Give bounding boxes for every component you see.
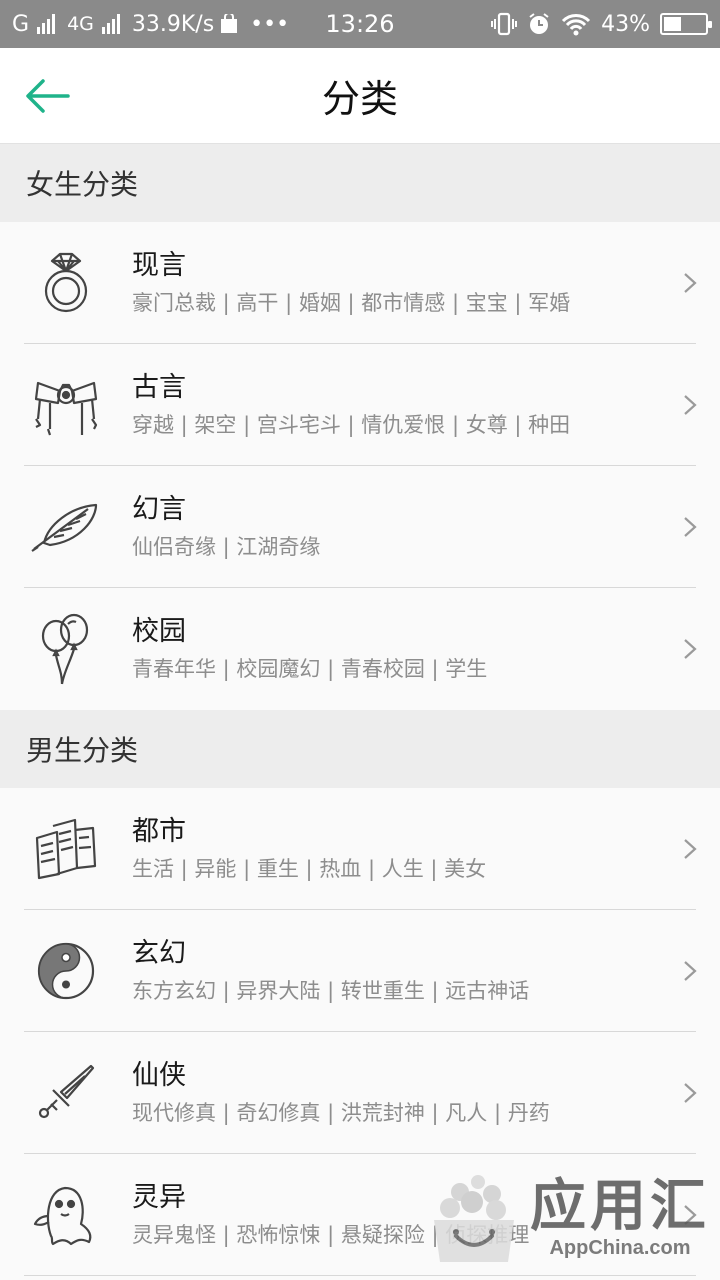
yin-yang-icon: [37, 942, 95, 1000]
category-tags: 现代修真 | 奇幻修真 | 洪荒封神 | 凡人 | 丹药: [132, 1101, 550, 1125]
chevron-right-icon: [684, 273, 697, 293]
chevron-right-icon: [684, 517, 697, 537]
chevron-right-icon: [684, 639, 697, 659]
category-tags: 青春年华 | 校园魔幻 | 青春校园 | 学生: [132, 657, 488, 681]
page-title: 分类: [321, 77, 398, 121]
category-title: 古言: [132, 372, 186, 403]
network-label: 4G: [67, 13, 94, 35]
signal-icon-2: [101, 14, 120, 34]
chevron-right-icon: [684, 961, 697, 981]
vibrate-icon: [491, 12, 518, 36]
category-item-xuanhuan[interactable]: 玄幻 东方玄幻 | 异界大陆 | 转世重生 | 远古神话: [0, 910, 720, 1032]
female-category-list: 现言 豪门总裁 | 高干 | 婚姻 | 都市情感 | 宝宝 | 军婚 古言 穿越…: [0, 222, 720, 710]
section-header-female: 女生分类: [0, 144, 720, 222]
category-title: 现言: [132, 250, 186, 281]
carrier-label: G: [12, 11, 30, 37]
category-tags: 穿越 | 架空 | 宫斗宅斗 | 情仇爱恨 | 女尊 | 种田: [132, 413, 571, 437]
category-item-lingyi[interactable]: 灵异 灵异鬼怪 | 恐怖惊悚 | 悬疑探险 | 侦探推理: [0, 1154, 720, 1276]
feather-icon: [31, 503, 98, 552]
category-title: 幻言: [132, 494, 186, 525]
more-notifications: •••: [250, 11, 290, 37]
back-arrow-icon: [26, 78, 70, 113]
chevron-right-icon: [684, 839, 697, 859]
category-title: 仙侠: [132, 1060, 186, 1091]
alarm-icon: [529, 13, 549, 34]
battery-level: [664, 17, 682, 31]
balloons-icon: [41, 613, 89, 685]
category-item-xianyan[interactable]: 现言 豪门总裁 | 高干 | 婚姻 | 都市情感 | 宝宝 | 军婚: [0, 222, 720, 344]
buildings-icon: [35, 818, 97, 880]
category-title: 校园: [132, 616, 186, 647]
ghost-icon: [33, 1186, 92, 1246]
app-bar: 分类: [0, 48, 720, 144]
bow-icon: [34, 381, 98, 436]
back-button[interactable]: [0, 48, 96, 144]
category-tags: 豪门总裁 | 高干 | 婚姻 | 都市情感 | 宝宝 | 军婚: [132, 291, 571, 315]
category-item-dushi[interactable]: 都市 生活 | 异能 | 重生 | 热血 | 人生 | 美女: [0, 788, 720, 910]
section-header-male: 男生分类: [0, 710, 720, 788]
category-title: 玄幻: [132, 938, 186, 969]
network-speed: 33.9K/s: [131, 11, 215, 37]
category-item-xiaoyuan[interactable]: 校园 青春年华 | 校园魔幻 | 青春校园 | 学生: [0, 588, 720, 710]
chevron-right-icon: [684, 1083, 697, 1103]
status-bar: G 4G 33.9K/s ••• 13:26 43%: [0, 0, 720, 48]
category-tags: 灵异鬼怪 | 恐怖惊悚 | 悬疑探险 | 侦探推理: [132, 1223, 530, 1247]
notification-bag-icon: [221, 14, 238, 33]
category-title: 都市: [132, 816, 186, 847]
male-category-list: 都市 生活 | 异能 | 重生 | 热血 | 人生 | 美女 玄幻 东方玄幻 |…: [0, 788, 720, 1276]
category-tags: 生活 | 异能 | 重生 | 热血 | 人生 | 美女: [132, 857, 487, 881]
chevron-right-icon: [684, 1205, 697, 1225]
category-title: 灵异: [132, 1182, 186, 1213]
battery-icon: [660, 13, 712, 35]
chevron-right-icon: [684, 395, 697, 415]
category-tags: 东方玄幻 | 异界大陆 | 转世重生 | 远古神话: [132, 979, 530, 1003]
battery-percent: 43%: [601, 11, 650, 37]
category-tags: 仙侣奇缘 | 江湖奇缘: [132, 535, 321, 559]
category-item-huanyan[interactable]: 幻言 仙侣奇缘 | 江湖奇缘: [0, 466, 720, 588]
ring-icon: [44, 252, 88, 313]
signal-icon: [37, 14, 56, 34]
category-item-guyan[interactable]: 古言 穿越 | 架空 | 宫斗宅斗 | 情仇爱恨 | 女尊 | 种田: [0, 344, 720, 466]
sword-icon: [38, 1064, 95, 1119]
wifi-icon: [562, 14, 591, 36]
category-item-xianxia[interactable]: 仙侠 现代修真 | 奇幻修真 | 洪荒封神 | 凡人 | 丹药: [0, 1032, 720, 1154]
